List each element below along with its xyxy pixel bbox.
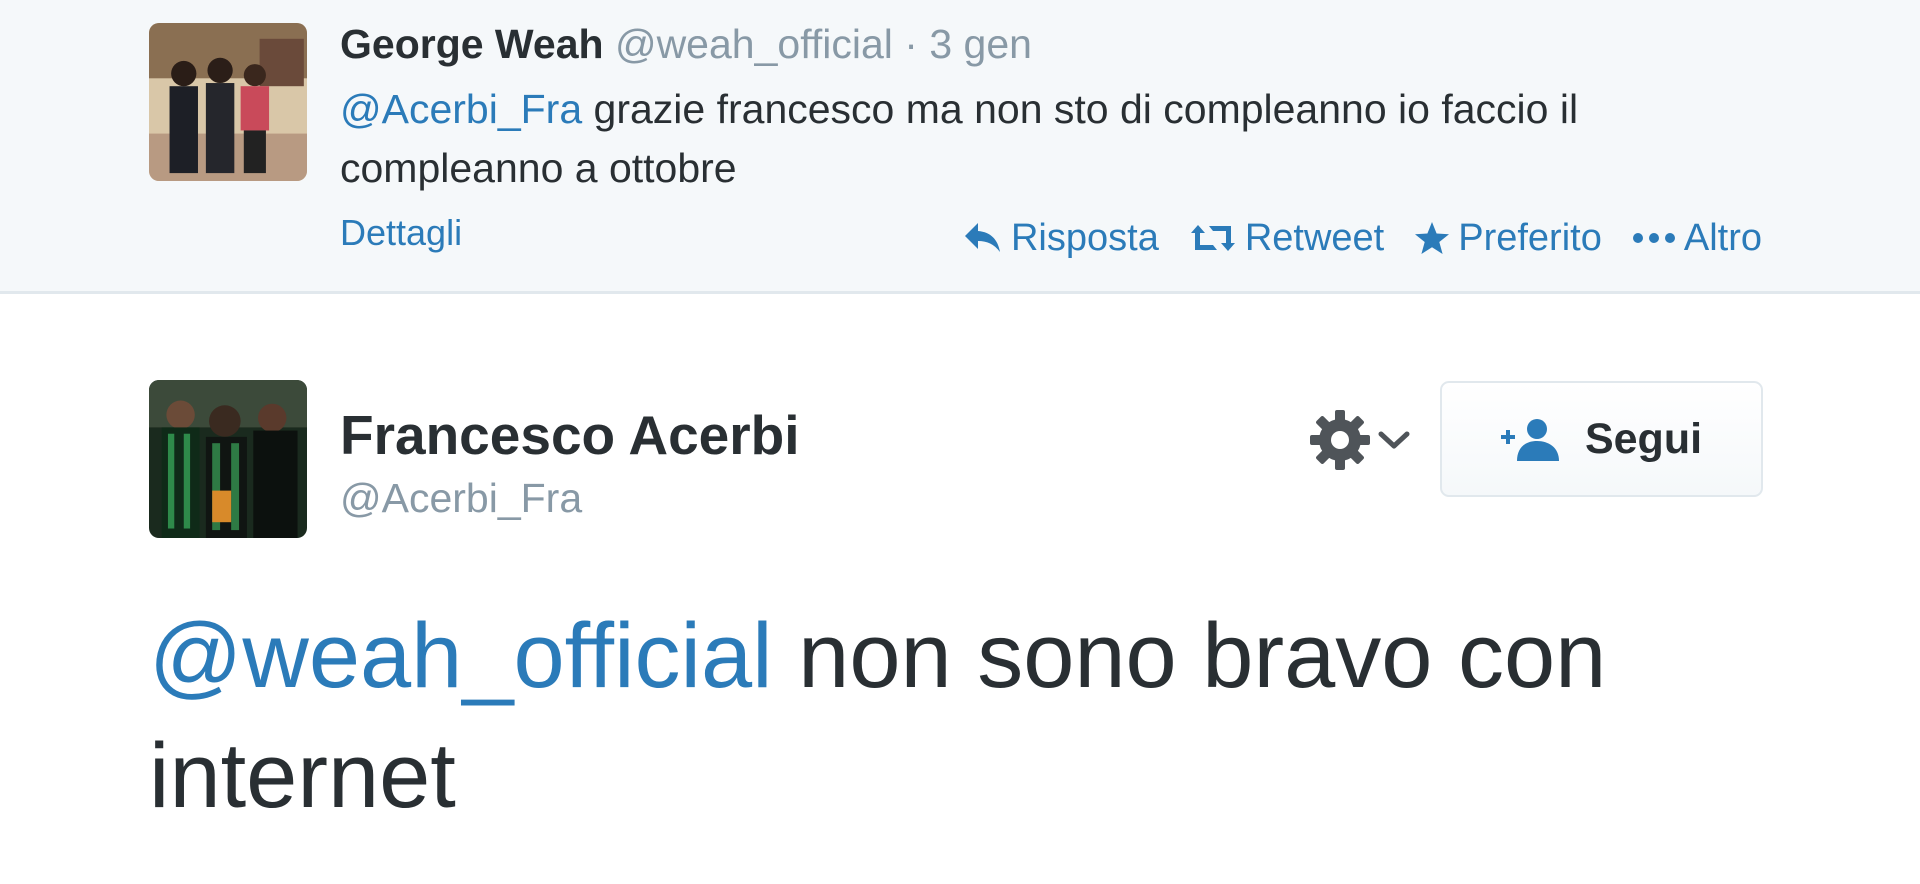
- tweet-text: @weah_official non sono bravo con intern…: [149, 596, 1789, 836]
- follow-label: Segui: [1584, 414, 1703, 463]
- more-button[interactable]: Altro: [1632, 215, 1762, 261]
- reply-mention-link[interactable]: @Acerbi_Fra: [340, 86, 582, 132]
- add-user-icon: [1500, 419, 1559, 461]
- follow-button[interactable]: Segui: [1440, 381, 1763, 497]
- user-actions-dropdown[interactable]: [1308, 408, 1410, 472]
- author-name[interactable]: Francesco Acerbi: [340, 400, 800, 470]
- tweet-actions: Risposta Retweet Preferito Altro: [963, 215, 1762, 261]
- reply-header: George Weah @weah_official · 3 gen: [340, 18, 1032, 70]
- reply-tweet-text: @Acerbi_Fra grazie francesco ma non sto …: [340, 80, 1780, 198]
- retweet-button[interactable]: Retweet: [1189, 215, 1384, 261]
- reply-author-handle[interactable]: @weah_official: [615, 21, 893, 67]
- gear-icon: [1310, 410, 1370, 470]
- details-link[interactable]: Dettagli: [340, 210, 462, 256]
- author-handle[interactable]: @Acerbi_Fra: [340, 472, 582, 524]
- star-icon: [1415, 222, 1450, 254]
- reply-tweet[interactable]: George Weah @weah_official · 3 gen @Acer…: [0, 0, 1920, 294]
- reply-icon: [964, 223, 1000, 252]
- reply-label: Risposta: [1010, 217, 1159, 259]
- favorite-label: Preferito: [1458, 217, 1602, 259]
- favorite-button[interactable]: Preferito: [1414, 215, 1602, 261]
- ellipsis-icon: [1632, 233, 1675, 243]
- retweet-label: Retweet: [1244, 217, 1385, 259]
- tweet-mention-link[interactable]: @weah_official: [149, 605, 773, 707]
- reply-author-name[interactable]: George Weah: [340, 21, 604, 67]
- more-label: Altro: [1683, 217, 1762, 259]
- author-avatar[interactable]: [149, 380, 307, 538]
- reply-timestamp[interactable]: 3 gen: [929, 21, 1032, 67]
- reply-separator: ·: [904, 21, 918, 67]
- reply-button[interactable]: Risposta: [963, 215, 1159, 261]
- reply-author-avatar[interactable]: [149, 23, 307, 181]
- chevron-down-icon: [1378, 431, 1410, 449]
- retweet-icon: [1190, 225, 1235, 251]
